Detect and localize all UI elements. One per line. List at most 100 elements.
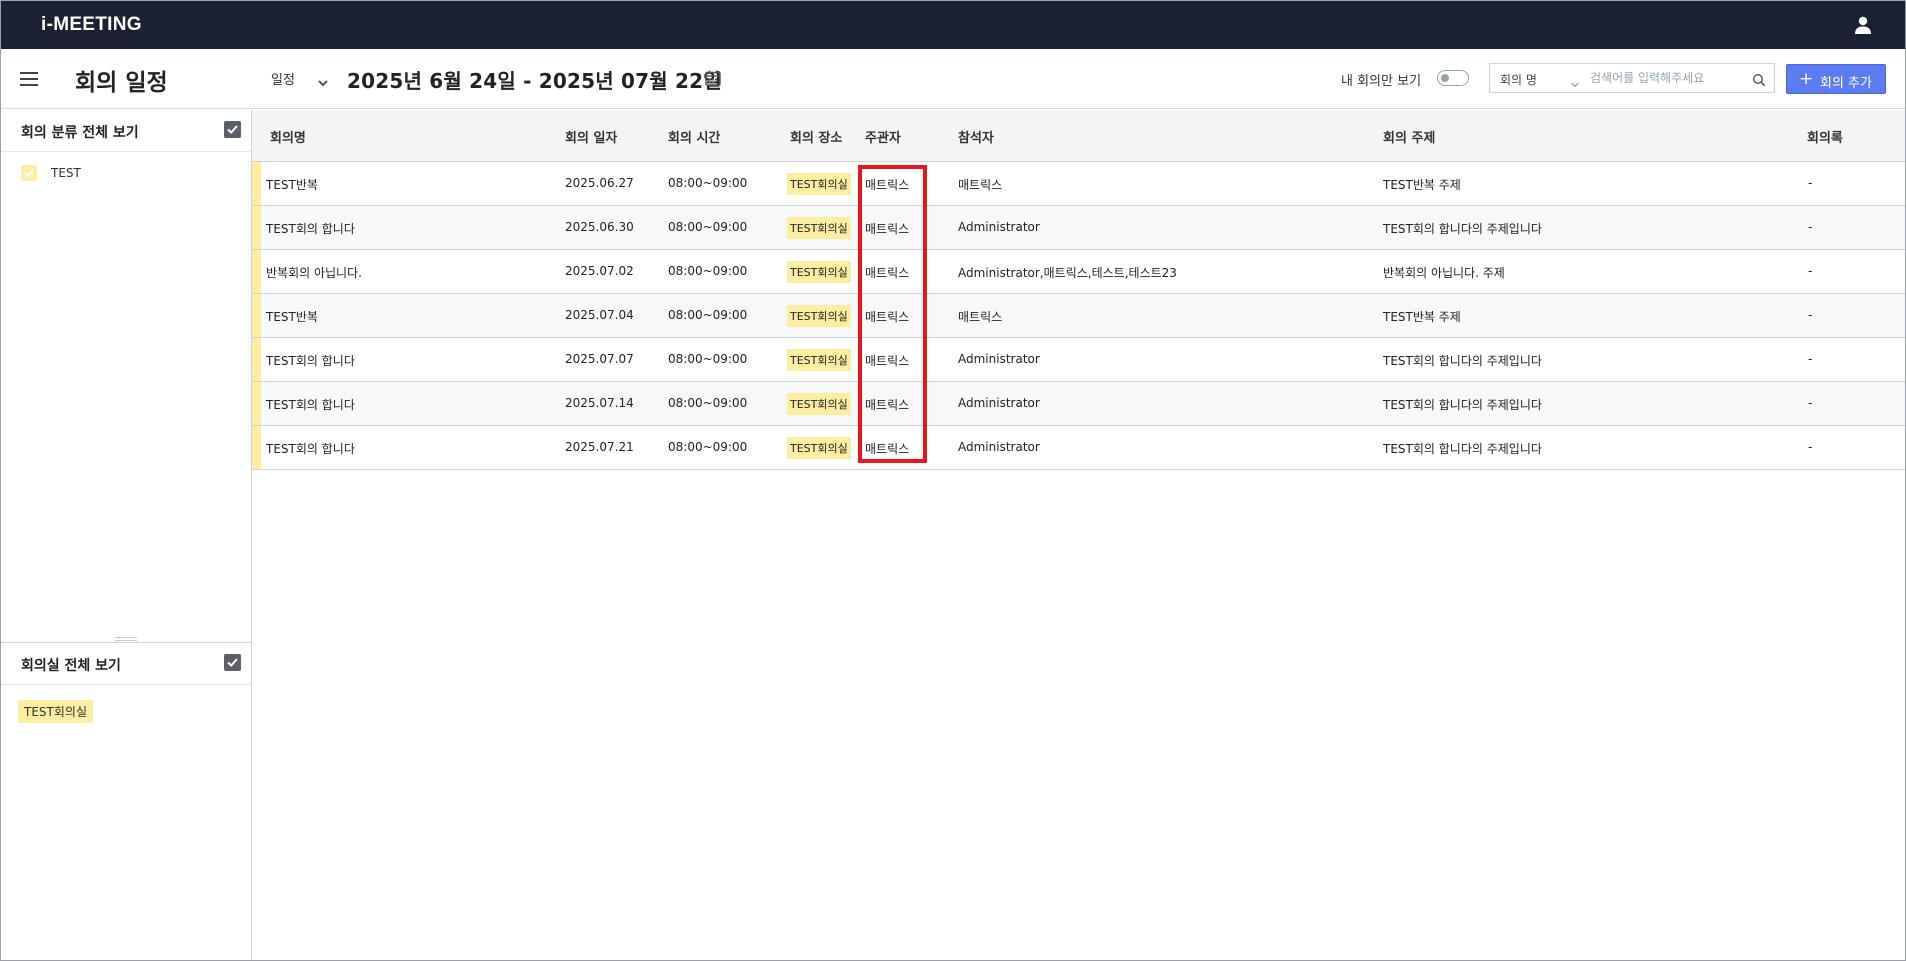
view-mode-select[interactable]: 일정 xyxy=(271,69,295,88)
my-meetings-only-toggle[interactable] xyxy=(1437,70,1469,86)
column-header-date: 회의 일자 xyxy=(565,131,618,146)
meeting-date: 2025.06.30 xyxy=(565,220,634,234)
meeting-time: 08:00~09:00 xyxy=(668,352,748,366)
table-row[interactable]: TEST회의 합니다 2025.06.30 08:00~09:00 TEST회의… xyxy=(252,206,1905,250)
meeting-name: TEST반복 xyxy=(266,178,318,192)
search-box: 회의 명 xyxy=(1489,63,1775,93)
table-row[interactable]: TEST회의 합니다 2025.07.21 08:00~09:00 TEST회의… xyxy=(252,426,1905,470)
meeting-host: 매트릭스 xyxy=(865,310,910,324)
meeting-location-badge: TEST회의실 xyxy=(787,217,851,239)
meeting-minutes: - xyxy=(1808,308,1813,322)
toggle-knob xyxy=(1441,74,1449,82)
table-row[interactable]: TEST회의 합니다 2025.07.07 08:00~09:00 TEST회의… xyxy=(252,338,1905,382)
column-header-topic: 회의 주제 xyxy=(1383,131,1436,146)
meeting-location-badge: TEST회의실 xyxy=(787,349,851,371)
meeting-topic: TEST반복 주제 xyxy=(1383,310,1461,324)
meeting-name: 반복회의 아닙니다. xyxy=(266,266,362,280)
category-color-stripe xyxy=(252,294,261,337)
plus-icon: + xyxy=(1799,69,1814,89)
meeting-minutes: - xyxy=(1808,440,1813,454)
meeting-host: 매트릭스 xyxy=(865,222,910,236)
app-logo: i-MEETING xyxy=(41,14,142,35)
meeting-minutes: - xyxy=(1808,176,1813,190)
meeting-time: 08:00~09:00 xyxy=(668,176,748,190)
meeting-attendees: Administrator,매트릭스,테스트,테스트23 xyxy=(958,266,1177,280)
meeting-host: 매트릭스 xyxy=(865,354,910,368)
column-header-attendees: 참석자 xyxy=(958,131,994,146)
table-header: 회의명 회의 일자 회의 시간 회의 장소 주관자 참석자 회의 주제 회의록 xyxy=(252,110,1905,162)
category-label: TEST xyxy=(51,166,81,180)
meeting-date: 2025.07.14 xyxy=(565,396,634,410)
search-icon[interactable] xyxy=(1752,72,1766,87)
meeting-topic: TEST반복 주제 xyxy=(1383,178,1461,192)
meeting-time: 08:00~09:00 xyxy=(668,308,748,322)
meeting-date: 2025.07.04 xyxy=(565,308,634,322)
meeting-minutes: - xyxy=(1808,352,1813,366)
meeting-time: 08:00~09:00 xyxy=(668,396,748,410)
meeting-host: 매트릭스 xyxy=(865,178,910,192)
meeting-minutes: - xyxy=(1808,264,1813,278)
column-header-minutes: 회의록 xyxy=(1807,131,1843,146)
meeting-host: 매트릭스 xyxy=(865,442,910,456)
category-color-stripe xyxy=(252,206,261,249)
meeting-host: 매트릭스 xyxy=(865,398,910,412)
meeting-attendees: Administrator xyxy=(958,220,1040,234)
hamburger-menu-icon[interactable] xyxy=(19,70,41,88)
room-section-title: 회의실 전체 보기 xyxy=(21,658,121,674)
meeting-time: 08:00~09:00 xyxy=(668,220,748,234)
column-header-name: 회의명 xyxy=(270,131,306,146)
search-input[interactable] xyxy=(1590,68,1740,88)
meeting-topic: TEST회의 합니다의 주제입니다 xyxy=(1383,354,1542,368)
room-chip-test[interactable]: TEST회의실 xyxy=(18,700,93,723)
meeting-name: TEST반복 xyxy=(266,310,318,324)
meeting-date: 2025.06.27 xyxy=(565,176,634,190)
column-header-host: 주관자 xyxy=(865,131,901,146)
meeting-attendees: 매트릭스 xyxy=(958,178,1003,192)
category-color-stripe xyxy=(252,162,261,205)
meeting-attendees: Administrator xyxy=(958,352,1040,366)
category-color-stripe xyxy=(252,338,261,381)
meeting-location-badge: TEST회의실 xyxy=(787,393,851,415)
meeting-name: TEST회의 합니다 xyxy=(266,222,355,236)
meeting-date: 2025.07.21 xyxy=(565,440,634,454)
meeting-minutes: - xyxy=(1808,220,1813,234)
panel-resize-handle[interactable] xyxy=(115,637,137,641)
room-section-header: 회의실 전체 보기 xyxy=(1,643,251,685)
category-color-stripe xyxy=(252,426,261,469)
meeting-date: 2025.07.07 xyxy=(565,352,634,366)
table-row[interactable]: TEST반복 2025.07.04 08:00~09:00 TEST회의실 매트… xyxy=(252,294,1905,338)
meeting-attendees: Administrator xyxy=(958,440,1040,454)
meeting-time: 08:00~09:00 xyxy=(668,440,748,454)
table-row[interactable]: TEST회의 합니다 2025.07.14 08:00~09:00 TEST회의… xyxy=(252,382,1905,426)
meeting-time: 08:00~09:00 xyxy=(668,264,748,278)
chevron-down-icon[interactable] xyxy=(1570,74,1580,88)
meeting-name: TEST회의 합니다 xyxy=(266,398,355,412)
search-field-select[interactable]: 회의 명 xyxy=(1500,71,1537,88)
category-section-header: 회의 분류 전체 보기 xyxy=(1,110,251,152)
meeting-topic: TEST회의 합니다의 주제입니다 xyxy=(1383,442,1542,456)
category-checkbox[interactable] xyxy=(21,165,37,181)
app-window: i-MEETING 회의 일정 일정 2025년 6월 24일 - 2025년 … xyxy=(0,0,1906,961)
meeting-host: 매트릭스 xyxy=(865,266,910,280)
page-title: 회의 일정 xyxy=(75,70,168,96)
user-icon[interactable] xyxy=(1853,15,1873,35)
category-section-title: 회의 분류 전체 보기 xyxy=(21,125,139,141)
room-all-checkbox[interactable] xyxy=(224,654,241,671)
table-row[interactable]: 반복회의 아닙니다. 2025.07.02 08:00~09:00 TEST회의… xyxy=(252,250,1905,294)
add-meeting-button[interactable]: + 회의 추가 xyxy=(1786,64,1886,94)
meeting-attendees: Administrator xyxy=(958,396,1040,410)
meeting-location-badge: TEST회의실 xyxy=(787,173,851,195)
column-header-location: 회의 장소 xyxy=(790,131,843,146)
category-all-checkbox[interactable] xyxy=(224,121,241,138)
category-color-stripe xyxy=(252,250,261,293)
date-range-title: 2025년 6월 24일 - 2025년 07월 22일 xyxy=(347,69,722,93)
meeting-location-badge: TEST회의실 xyxy=(787,305,851,327)
table-row[interactable]: TEST반복 2025.06.27 08:00~09:00 TEST회의실 매트… xyxy=(252,162,1905,206)
meeting-topic: TEST회의 합니다의 주제입니다 xyxy=(1383,222,1542,236)
column-header-time: 회의 시간 xyxy=(668,131,721,146)
calendar-icon[interactable] xyxy=(704,69,722,87)
chevron-down-icon[interactable] xyxy=(317,73,329,87)
meeting-table: 회의명 회의 일자 회의 시간 회의 장소 주관자 참석자 회의 주제 회의록 … xyxy=(252,110,1905,960)
top-bar: i-MEETING xyxy=(1,1,1905,49)
meeting-topic: 반복회의 아닙니다. 주제 xyxy=(1383,266,1505,280)
